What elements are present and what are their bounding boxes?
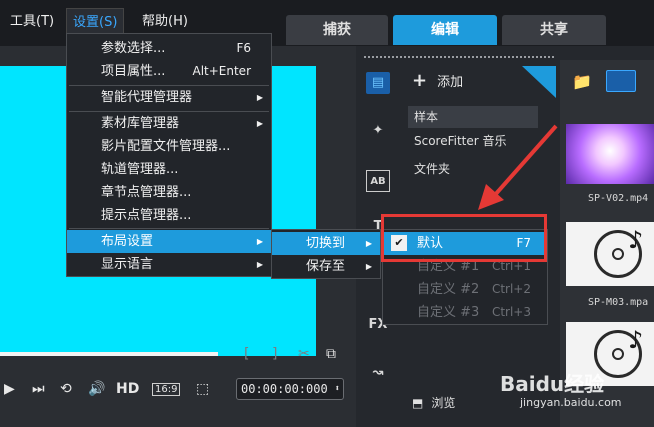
import-folder-icon[interactable]: 📁	[572, 72, 592, 91]
media-thumb-label: SP-V02.mp4	[588, 193, 649, 204]
music-note-icon: ♪	[628, 226, 644, 254]
submenu-item-label: 保存至	[306, 259, 346, 274]
disc-hole	[612, 348, 624, 360]
submenu-item-switch-to[interactable]: 切换到 ▶	[272, 232, 380, 255]
menu-item-chapter-manager[interactable]: 章节点管理器...	[67, 181, 271, 204]
add-label: 添加	[437, 75, 464, 90]
chevron-right-icon: ▶	[256, 237, 263, 246]
motion-path-icon[interactable]: ↝	[366, 362, 390, 384]
repeat-icon[interactable]: ⟲	[60, 381, 72, 397]
timecode-spinner-icon[interactable]: ⬍	[335, 379, 340, 399]
media-thumb-video[interactable]	[566, 124, 654, 184]
browse-label: 浏览	[431, 396, 456, 410]
mark-in-button[interactable]: [	[244, 346, 249, 362]
title-icon[interactable]: AB	[366, 170, 390, 192]
menu-item-label: 项目属性...	[101, 64, 166, 79]
timecode-value: 00:00:00:000	[241, 382, 328, 396]
music-note-icon: ♪	[628, 326, 644, 354]
submenu-item-label: 切换到	[306, 236, 346, 251]
chevron-right-icon: ▶	[365, 239, 372, 248]
plus-icon: +	[412, 70, 428, 91]
menu-item-label: 布局设置	[101, 234, 154, 249]
menu-item-shortcut: Alt+Enter	[192, 64, 251, 78]
chevron-right-icon: ▶	[365, 262, 372, 271]
media-library-icon[interactable]: ▤	[366, 72, 390, 94]
menu-item-track-manager[interactable]: 轨道管理器...	[67, 158, 271, 181]
media-thumb-label: SP-M03.mpa	[588, 297, 649, 308]
menu-item-display-language[interactable]: 显示语言 ▶	[67, 253, 271, 276]
chevron-right-icon: ▶	[256, 119, 263, 128]
menu-item-label: 智能代理管理器	[101, 90, 193, 105]
skip-end-icon[interactable]: ⏭	[32, 381, 45, 397]
layout-option-custom-3: 自定义 #3 Ctrl+3	[383, 301, 547, 324]
volume-icon[interactable]: 🔊	[88, 381, 105, 397]
menu-item-label: 素材库管理器	[101, 116, 180, 131]
add-button[interactable]: + 添加	[412, 70, 463, 92]
layout-option-shortcut: Ctrl+2	[491, 282, 531, 296]
menu-item-library-manager[interactable]: 素材库管理器 ▶	[67, 112, 271, 135]
layout-option-label: 自定义 #2	[417, 282, 480, 297]
layout-option-label: 自定义 #3	[417, 305, 480, 320]
menu-item-smart-proxy[interactable]: 智能代理管理器 ▶	[67, 86, 271, 109]
tab-edit[interactable]: 编辑	[393, 15, 497, 45]
transition-icon[interactable]: ✦	[366, 120, 390, 142]
layout-submenu: 切换到 ▶ 保存至 ▶	[271, 229, 381, 279]
browse-icon: ⬒	[412, 396, 424, 410]
menu-item-project-properties[interactable]: 项目属性... Alt+Enter	[67, 60, 271, 83]
disc-hole	[612, 248, 624, 260]
timecode-field[interactable]: 00:00:00:000 ⬍	[236, 378, 344, 400]
menu-item-layout-settings[interactable]: 布局设置 ▶	[67, 230, 271, 253]
menu-help[interactable]: 帮助(H)	[136, 8, 194, 36]
aspect-ratio-button[interactable]: 16:9	[152, 383, 181, 396]
crop-icon[interactable]: ⬚	[196, 381, 209, 397]
layout-option-custom-2: 自定义 #2 Ctrl+2	[383, 278, 547, 301]
layout-option-shortcut: Ctrl+3	[491, 305, 531, 319]
view-toggle-button[interactable]	[606, 70, 636, 92]
media-thumb-audio[interactable]: ♪	[566, 222, 654, 286]
scissors-icon[interactable]: ✂	[298, 346, 310, 362]
copy-icon[interactable]: ⧉	[326, 346, 336, 362]
menu-item-cue-manager[interactable]: 提示点管理器...	[67, 204, 271, 227]
menu-item-preferences[interactable]: 参数选择... F6	[67, 37, 271, 60]
highlight-box	[381, 214, 547, 262]
library-item-sample[interactable]: 样本	[408, 106, 538, 128]
panel-grip[interactable]	[364, 56, 554, 60]
tab-capture[interactable]: 捕获	[286, 15, 388, 45]
hd-toggle[interactable]: HD	[116, 381, 139, 397]
chevron-right-icon: ▶	[256, 93, 263, 102]
submenu-item-save-to[interactable]: 保存至 ▶	[272, 255, 380, 278]
menu-tools[interactable]: 工具(T)	[4, 8, 60, 36]
library-item-folder[interactable]: 文件夹	[408, 158, 450, 180]
scrubber-bar[interactable]	[0, 352, 218, 356]
settings-menu: 参数选择... F6 项目属性... Alt+Enter 智能代理管理器 ▶ 素材库管…	[66, 33, 272, 277]
mark-out-button[interactable]: ]	[272, 346, 277, 362]
chevron-right-icon: ▶	[256, 260, 263, 269]
tab-share[interactable]: 共享	[502, 15, 606, 45]
library-item-scorefitter[interactable]: ScoreFitter 音乐	[408, 130, 507, 152]
menu-item-label: 显示语言	[101, 257, 154, 272]
watermark-logo: Baidu经验	[500, 372, 605, 396]
menu-item-shortcut: F6	[236, 41, 251, 55]
watermark-url: jingyan.baidu.com	[520, 396, 622, 409]
menu-item-profile-manager[interactable]: 影片配置文件管理器...	[67, 135, 271, 158]
play-icon[interactable]: ▶	[4, 381, 15, 397]
menu-item-label: 参数选择...	[101, 41, 166, 56]
menu-settings[interactable]: 设置(S)	[66, 8, 125, 36]
menu-separator	[69, 228, 269, 229]
